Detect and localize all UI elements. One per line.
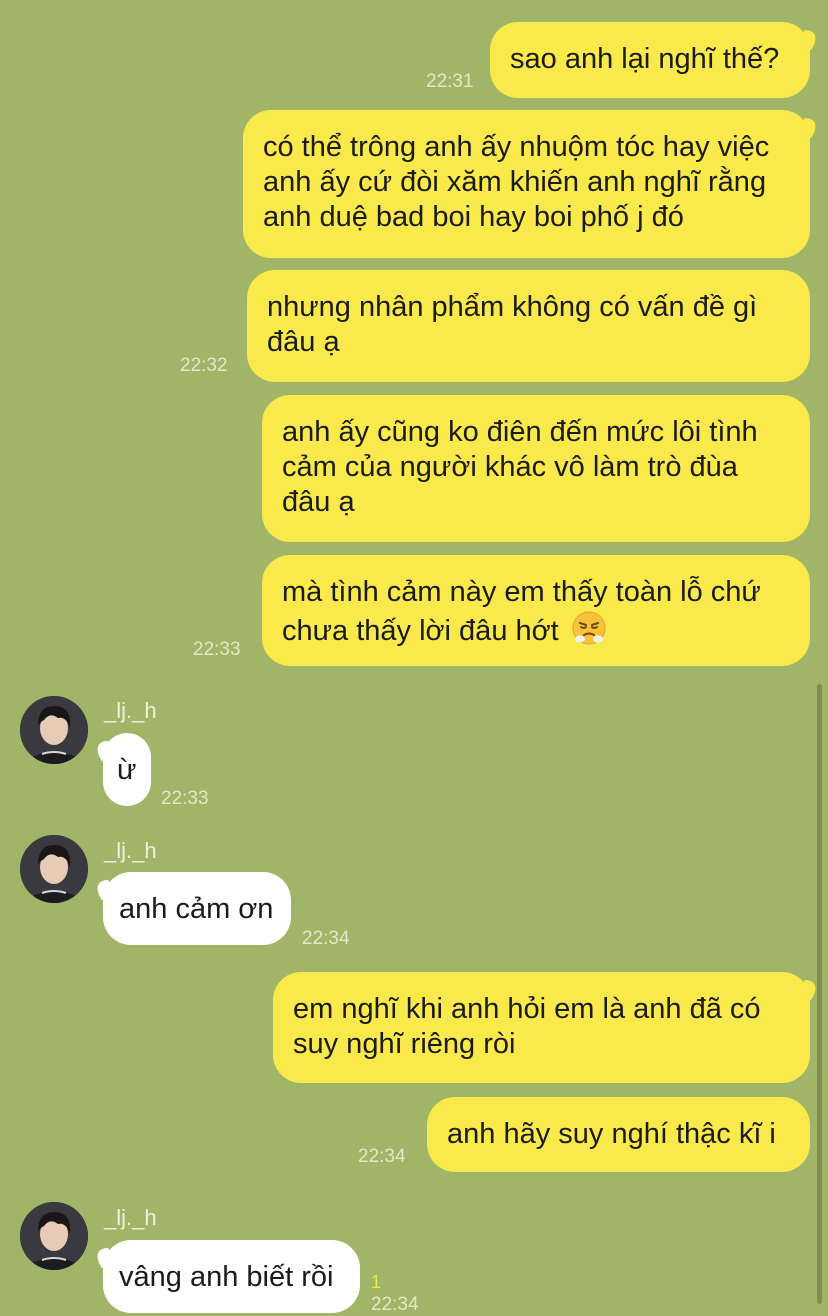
message-bubble-received[interactable]: ừ [103, 733, 151, 806]
message-timestamp: 22:34 [358, 1146, 406, 1167]
face-with-steam-from-nose-icon [571, 610, 607, 655]
message-timestamp: 22:32 [180, 355, 228, 376]
message-timestamp: 22:31 [426, 71, 474, 92]
message-text: có thể trông anh ấy nhuộm tóc hay việc a… [263, 131, 770, 233]
message-timestamp: 22:34 [302, 928, 350, 949]
message-bubble-sent[interactable]: mà tình cảm này em thấy toàn lỗ chứ chưa… [262, 555, 810, 666]
read-count: 1 [371, 1272, 382, 1292]
message-bubble-sent[interactable]: anh hãy suy nghí thậc kĩ i [427, 1097, 810, 1172]
message-bubble-received[interactable]: vâng anh biết rồi [103, 1240, 360, 1313]
message-text: sao anh lại nghĩ thế? [510, 43, 780, 75]
sender-name: _lj._h [104, 838, 157, 863]
message-text: ừ [117, 754, 137, 786]
message-bubble-sent[interactable]: có thể trông anh ấy nhuộm tóc hay việc a… [243, 110, 810, 258]
avatar[interactable] [20, 1202, 88, 1270]
message-text: mà tình cảm này em thấy toàn lỗ chứ chưa… [282, 576, 761, 647]
message-bubble-sent[interactable]: nhưng nhân phẩm không có vấn đề gì đâu ạ [247, 270, 810, 382]
scrollbar[interactable] [817, 684, 822, 1304]
message-bubble-sent[interactable]: anh ấy cũng ko điên đến mức lôi tình cảm… [262, 395, 810, 542]
sender-name: _lj._h [104, 1205, 157, 1230]
message-text: vâng anh biết rồi [119, 1261, 334, 1293]
message-text: nhưng nhân phẩm không có vấn đề gì đâu ạ [267, 291, 758, 358]
sender-name: _lj._h [104, 698, 157, 723]
message-timestamp: 22:33 [161, 788, 209, 809]
avatar[interactable] [20, 696, 88, 764]
message-bubble-sent[interactable]: sao anh lại nghĩ thế? [490, 22, 810, 98]
message-timestamp: 22:33 [193, 639, 241, 660]
message-text: anh cảm ơn [119, 893, 274, 925]
message-text: em nghĩ khi anh hỏi em là anh đã có suy … [293, 993, 761, 1060]
message-bubble-received[interactable]: anh cảm ơn [103, 872, 291, 945]
avatar[interactable] [20, 835, 88, 903]
message-bubble-sent[interactable]: em nghĩ khi anh hỏi em là anh đã có suy … [273, 972, 810, 1083]
message-text: anh ấy cũng ko điên đến mức lôi tình cảm… [282, 416, 758, 518]
message-text: anh hãy suy nghí thậc kĩ i [447, 1118, 776, 1150]
